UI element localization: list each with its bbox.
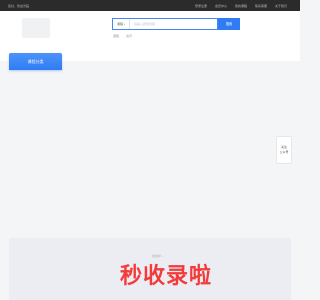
header: 课程▾ 搜索 课程 资讯 课程分类 — [0, 11, 300, 70]
search-box: 课程▾ — [112, 18, 218, 30]
hot-words: 课程 资讯 — [113, 34, 138, 38]
watermark-text: 秒收录啦 — [120, 264, 213, 289]
top-link-member[interactable]: 会员中心 — [215, 4, 227, 8]
top-links: 登录注册 会员中心 我的课程 联系客服 关于我们 — [188, 4, 287, 8]
hot-word-link[interactable]: 资讯 — [126, 34, 132, 38]
search-button[interactable]: 搜索 — [218, 18, 240, 30]
top-link-contact[interactable]: 联系客服 — [255, 4, 267, 8]
greeting-text: 您好，欢迎光临 — [8, 4, 30, 8]
chevron-down-icon: ▾ — [124, 23, 126, 26]
top-link-my-courses[interactable]: 我的课程 — [235, 4, 247, 8]
search-type-select[interactable]: 课程▾ — [113, 19, 130, 29]
hot-word-link[interactable]: 课程 — [113, 34, 119, 38]
top-bar: 您好，欢迎光临 登录注册 会员中心 我的课程 联系客服 关于我们 — [0, 0, 300, 11]
site-logo[interactable] — [22, 18, 50, 38]
wechat-label: 公众号 — [279, 150, 289, 154]
follow-wechat-float[interactable]: 关注 公众号 — [276, 136, 292, 164]
footer-text: 加载中... — [152, 254, 164, 258]
top-link-login[interactable]: 登录注册 — [195, 4, 207, 8]
search-input[interactable] — [131, 19, 217, 29]
course-category-button[interactable]: 课程分类 — [9, 53, 62, 70]
search-type-label: 课程 — [117, 22, 124, 26]
top-link-about[interactable]: 关于我们 — [275, 4, 287, 8]
